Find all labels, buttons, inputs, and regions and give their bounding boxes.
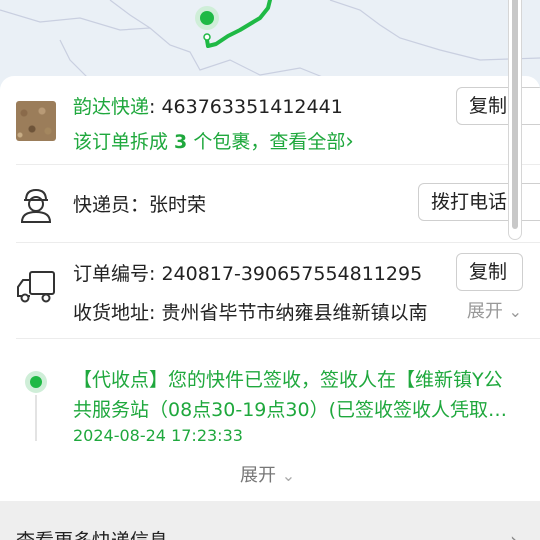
timeline-line [35,395,37,441]
order-number: 订单编号: 240817-390657554811295 [73,263,423,285]
split-count: 3 [174,131,188,153]
expand-label: 展开 [466,301,503,322]
courier-line: 韵达快递: 463763351412441 [73,92,343,119]
courier-person-icon [20,188,52,223]
truck-icon [17,271,55,303]
package-card: 韵达快递: 463763351412441 复制 该订单拆成 3 个包裹，查看全… [0,76,540,501]
chevron-down-icon: ⌄ [508,302,522,321]
expand-label: 展开 [240,465,276,486]
split-packages-link[interactable]: 该订单拆成 3 个包裹，查看全部› [73,127,354,154]
tracking-event-text: 【代收点】您的快件已签收，签收人在【维新镇Y公共服务站（08点30-19点30）… [73,369,507,421]
tracking-event-time: 2024-08-24 17:23:33 [73,426,243,445]
divider [16,242,540,243]
tracking-number: : 463763351412441 [149,96,343,118]
chevron-down-icon: ⌄ [281,466,296,485]
chevron-right-icon: › [345,129,354,153]
courier-name: 韵达快递 [73,96,150,118]
map-border-line [0,9,331,81]
chevron-right-icon: › [510,528,518,540]
scrollbar-thumb[interactable] [512,0,518,229]
copy-tracking-button[interactable]: 复制 [456,87,540,125]
route-small-dot [203,33,211,41]
deliverer-name: 快递员：张时荣 [73,194,207,216]
map-border-line [109,0,151,29]
split-prefix: 该订单拆成 [73,131,175,153]
scrollbar[interactable] [508,0,522,240]
divider [16,338,540,339]
timeline-expand-button[interactable]: 展开 ⌄ [240,461,295,487]
copy-order-button[interactable]: 复制 [456,253,523,291]
package-thumbnail[interactable] [16,101,56,141]
route-origin-dot [200,11,214,25]
more-info-link[interactable]: 查看更多快递信息 [16,526,168,540]
address-expand-button[interactable]: 展开 ⌄ [426,297,522,323]
timeline-dot [30,376,42,388]
split-suffix: 个包裹，查看全部 [187,131,346,153]
divider [16,164,540,165]
